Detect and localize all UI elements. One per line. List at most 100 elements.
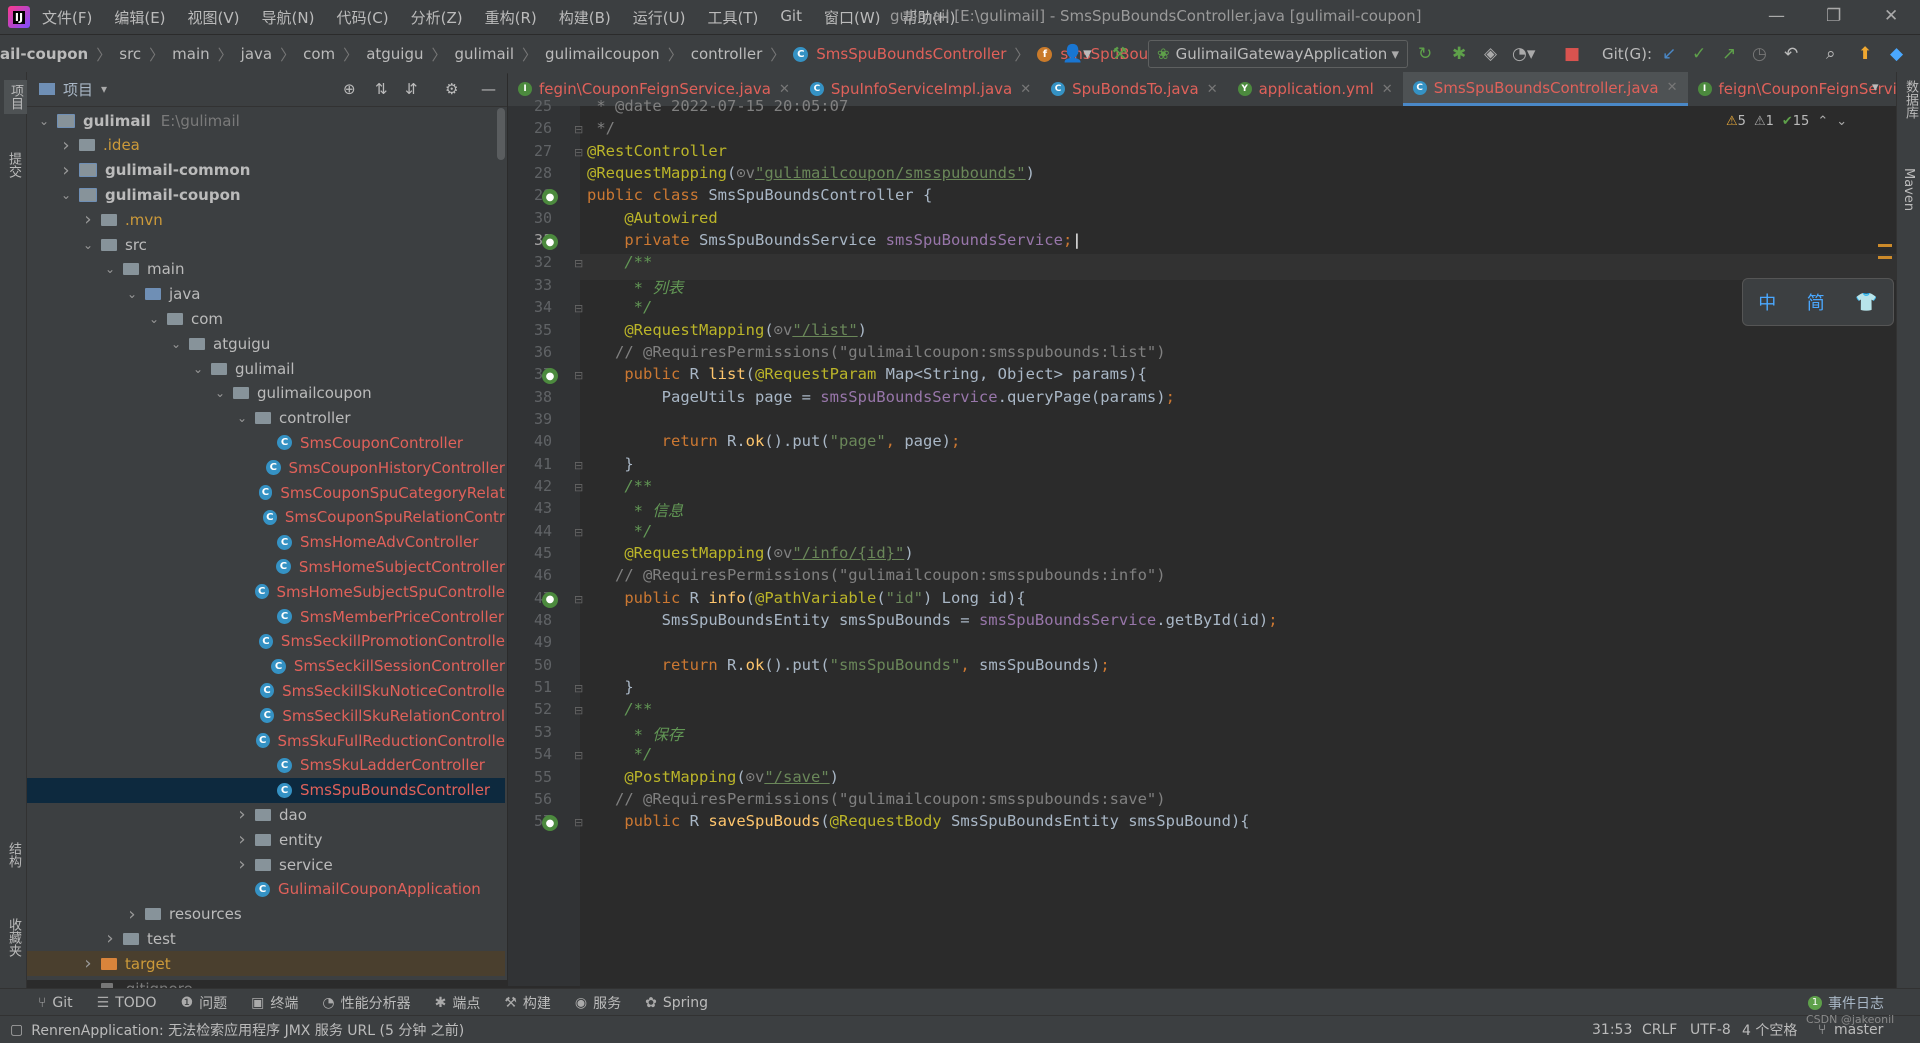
code-line[interactable]: */ — [587, 298, 653, 316]
search-icon[interactable]: ⌕ — [1826, 44, 1836, 64]
code-line[interactable]: */ — [587, 522, 653, 540]
tree-scrollbar[interactable] — [497, 108, 505, 160]
menu-item[interactable]: 分析(Z) — [411, 7, 463, 28]
editor-tab[interactable]: Ifeign\CouponFeignService.java✕ — [1688, 72, 1920, 106]
tool-window-button[interactable]: ▣ 终端 — [251, 993, 298, 1013]
tree-node[interactable]: C SmsSeckillSkuNoticeControlle — [27, 678, 505, 703]
tree-node[interactable]: C SmsHomeAdvController — [27, 530, 505, 555]
code-line[interactable]: } — [587, 455, 633, 473]
tree-node[interactable]: C SmsHomeSubjectController — [27, 554, 505, 579]
tabs-overflow-icon[interactable]: ▾ — [1872, 80, 1879, 95]
chevron-right-icon[interactable]: › — [235, 829, 249, 850]
tool-window-button[interactable]: ☰ TODO — [97, 993, 157, 1013]
ime-toolbar[interactable]: 中 简 👕 — [1742, 278, 1894, 326]
code-line[interactable]: } — [587, 678, 633, 696]
chevron-right-icon[interactable]: › — [235, 854, 249, 875]
collapse-all-icon[interactable]: ⇵ — [405, 80, 418, 98]
chevron-right-icon[interactable]: › — [59, 160, 73, 181]
close-tab-icon[interactable]: ✕ — [1667, 80, 1678, 95]
favorites-tool-tab[interactable]: 收藏夹 — [4, 918, 23, 957]
breadcrumb-item[interactable]: com 〉 — [303, 44, 366, 65]
code-line[interactable]: * 信息 — [587, 499, 684, 521]
breadcrumb-item[interactable]: C SmsSpuBoundsController 〉 — [793, 44, 1037, 65]
code-line[interactable]: @RequestMapping(⊙v"/list") — [587, 321, 867, 339]
plugin-icon[interactable]: ◆ — [1890, 44, 1903, 64]
chevron-down-icon[interactable]: ⌄ — [59, 188, 73, 202]
breadcrumb-item[interactable]: controller 〉 — [691, 44, 794, 65]
tree-node[interactable]: C SmsCouponSpuCategoryRelat — [27, 480, 505, 505]
tree-node[interactable]: ⌄ main — [27, 257, 505, 282]
chevron-right-icon[interactable]: › — [81, 209, 95, 230]
close-icon[interactable]: ✕ — [1884, 6, 1898, 26]
menu-item[interactable]: 窗口(W) — [824, 7, 881, 28]
chevron-down-icon[interactable]: ⌄ — [213, 386, 227, 400]
code-line[interactable]: private SmsSpuBoundsService smsSpuBounds… — [587, 231, 1081, 249]
history-icon[interactable]: ◷ — [1752, 44, 1767, 64]
file-encoding[interactable]: UTF-8 — [1690, 1022, 1731, 1038]
breadcrumb-item[interactable]: atguigu 〉 — [366, 44, 454, 65]
line-separator[interactable]: CRLF — [1642, 1022, 1677, 1038]
code-line[interactable]: /** — [587, 700, 652, 718]
tree-node[interactable]: › .idea — [27, 133, 505, 158]
tool-window-button[interactable]: ❶ 问题 — [181, 993, 228, 1013]
tree-node[interactable]: C SmsSkuFullReductionControlle — [27, 728, 505, 753]
fold-marker-icon[interactable]: ⊟ — [574, 593, 583, 606]
tree-node[interactable]: › entity — [27, 827, 505, 852]
tree-node[interactable]: ⌄ com — [27, 306, 505, 331]
project-panel-title[interactable]: 项目 — [63, 79, 93, 100]
fold-marker-icon[interactable]: ⊟ — [574, 481, 583, 494]
menu-item[interactable]: 构建(B) — [559, 7, 611, 28]
indent-setting[interactable]: 4 个空格 — [1742, 1020, 1797, 1040]
tree-node[interactable]: C SmsSeckillSessionController — [27, 654, 505, 679]
menu-item[interactable]: Git — [780, 7, 802, 28]
code-line[interactable]: @PostMapping(⊙v"/save") — [587, 768, 839, 786]
tree-node[interactable]: › target — [27, 951, 505, 977]
debug-icon[interactable]: ✱ — [1452, 44, 1466, 64]
build-hammer-icon[interactable]: ⚒ — [1112, 44, 1127, 64]
chevron-down-icon[interactable]: ⌄ — [37, 114, 51, 128]
close-tab-icon[interactable]: ✕ — [1020, 82, 1031, 97]
chevron-down-icon[interactable]: ⌄ — [235, 411, 249, 425]
profile-icon[interactable]: ◔▾ — [1512, 44, 1535, 64]
expand-all-icon[interactable]: ⇅ — [375, 80, 388, 98]
code-line[interactable]: public R info(@PathVariable("id") Long i… — [587, 589, 1025, 607]
fold-marker-icon[interactable]: ⊟ — [574, 459, 583, 472]
ime-skin-icon[interactable]: 👕 — [1855, 292, 1877, 313]
code-line[interactable]: @RequestMapping(⊙v"/info/{id}") — [587, 544, 913, 562]
chevron-right-icon[interactable]: › — [59, 135, 73, 156]
tool-window-button[interactable]: ✿ Spring — [645, 993, 708, 1013]
chevron-right-icon[interactable]: › — [235, 804, 249, 825]
code-line[interactable]: /** — [587, 253, 652, 271]
locate-icon[interactable]: ⊕ — [343, 80, 356, 98]
tree-node[interactable]: C SmsMemberPriceController — [27, 604, 505, 629]
maven-tool-tab[interactable]: Maven — [1901, 168, 1916, 211]
project-tool-tab[interactable]: 项目 — [4, 80, 27, 114]
breadcrumb-item[interactable]: gulimail 〉 — [455, 44, 546, 65]
chevron-right-icon[interactable]: › — [81, 953, 95, 974]
code-line[interactable]: SmsSpuBoundsEntity smsSpuBounds = smsSpu… — [587, 611, 1278, 629]
tree-node[interactable]: C SmsSpuBoundsController — [27, 777, 505, 803]
event-log-button[interactable]: 1 事件日志 — [1808, 993, 1884, 1013]
git-update-icon[interactable]: ↙ — [1662, 44, 1676, 64]
menu-item[interactable]: 视图(V) — [188, 7, 240, 28]
database-tool-tab[interactable]: 数据库 — [1901, 80, 1920, 119]
breadcrumb-item[interactable]: java 〉 — [241, 44, 303, 65]
tree-node[interactable]: ⌄ gulimail — [27, 356, 505, 381]
minimize-icon[interactable]: — — [1768, 6, 1785, 26]
run-config-selector[interactable]: ❀ GulimailGatewayApplication ▾ — [1148, 40, 1408, 68]
fold-marker-icon[interactable]: ⊟ — [574, 704, 583, 717]
code-line[interactable]: // @RequiresPermissions("gulimailcoupon:… — [587, 790, 1166, 808]
tree-node[interactable]: ⌄ atguigu — [27, 331, 505, 356]
code-line[interactable]: return R.ok().put("page", page); — [587, 432, 961, 450]
chevron-down-icon[interactable]: ⌄ — [103, 262, 117, 276]
code-line[interactable]: return R.ok().put("smsSpuBounds", smsSpu… — [587, 656, 1110, 674]
tree-node[interactable]: ⌄ src — [27, 232, 505, 257]
commit-tool-tab[interactable]: 提交 — [4, 152, 23, 178]
update-icon[interactable]: ⬆ — [1858, 44, 1872, 64]
chevron-down-icon[interactable]: ⌄ — [125, 287, 139, 301]
chevron-down-icon[interactable]: ⌄ — [169, 337, 183, 351]
caret-position[interactable]: 31:53 — [1592, 1022, 1632, 1038]
tree-node[interactable]: › test — [27, 926, 505, 951]
breadcrumb-item[interactable]: gulimailcoupon 〉 — [545, 44, 691, 65]
code-line[interactable]: public R list(@RequestParam Map<String, … — [587, 365, 1147, 383]
